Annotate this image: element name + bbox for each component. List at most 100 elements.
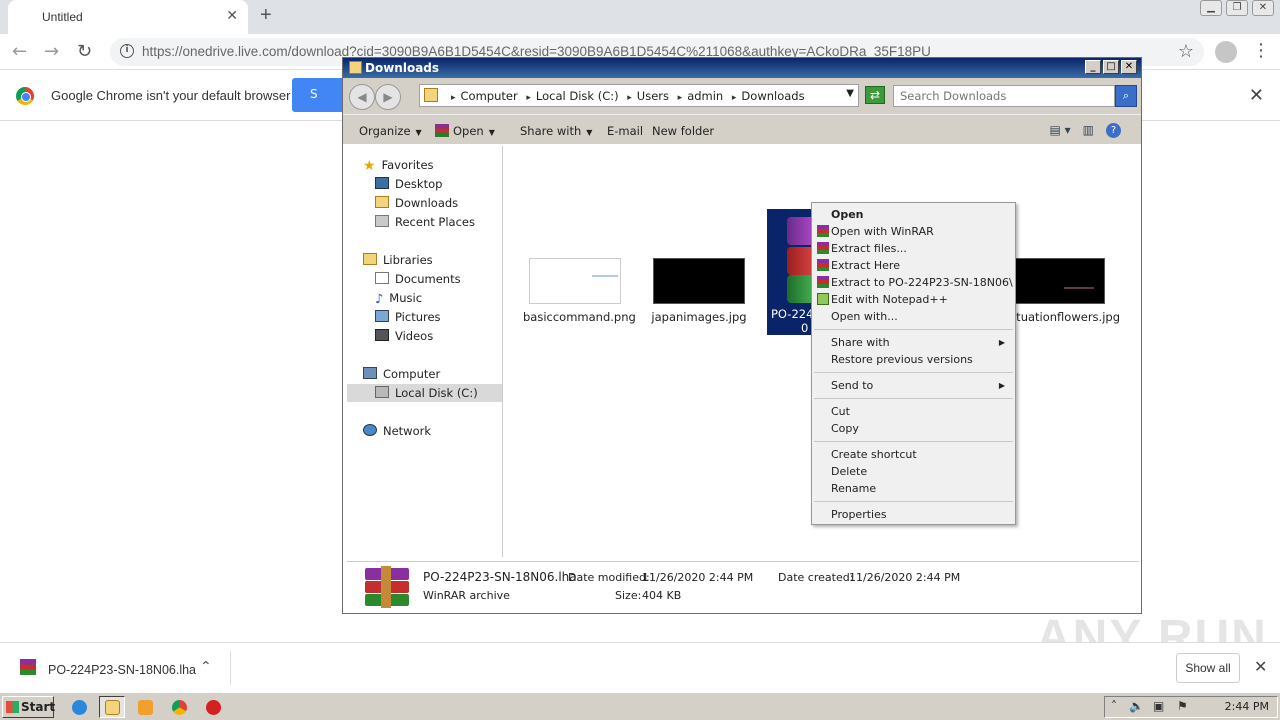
crumb-local-disk[interactable]: Local Disk (C:): [536, 89, 619, 103]
computer-icon: [363, 367, 377, 379]
menu-item-extract-to[interactable]: Extract to PO-224P23-SN-18N06\: [814, 274, 1013, 291]
menu-item-send-to[interactable]: Send to ▶: [814, 377, 1013, 394]
submenu-arrow-icon: ▶: [998, 381, 1005, 390]
menu-item-create-shortcut[interactable]: Create shortcut: [814, 446, 1013, 463]
file-item[interactable]: situationflowers.jpg: [1007, 258, 1120, 324]
preview-pane-icon[interactable]: ▥: [1083, 123, 1094, 138]
tab-strip: Untitled ✕ + ▁ ❐ ✕: [0, 0, 1280, 34]
profile-avatar-icon[interactable]: [1215, 41, 1237, 63]
search-input[interactable]: [894, 86, 1090, 106]
tab-close-icon[interactable]: ✕: [226, 8, 238, 24]
nav-music[interactable]: ♪ Music: [375, 289, 422, 307]
help-icon[interactable]: ?: [1106, 123, 1121, 138]
forward-icon[interactable]: ▶: [375, 84, 401, 110]
volume-icon[interactable]: 🔈: [1129, 699, 1144, 713]
menu-item-delete[interactable]: Delete: [814, 463, 1013, 480]
taskbar-chrome[interactable]: [166, 696, 192, 718]
taskbar-media-player[interactable]: [132, 696, 158, 718]
nav-computer[interactable]: Computer: [363, 365, 440, 383]
clock[interactable]: 2:44 PM: [1225, 700, 1269, 713]
menu-item-properties[interactable]: Properties: [814, 506, 1013, 523]
open-button[interactable]: Open ▼: [435, 124, 495, 138]
folder-icon: [424, 88, 438, 102]
close-icon[interactable]: ✕: [1121, 60, 1137, 74]
breadcrumb[interactable]: ▸ Computer ▸ Local Disk (C:) ▸ Users ▸ admin…: [419, 84, 859, 107]
restore-icon[interactable]: ❐: [1226, 0, 1248, 16]
menu-item-cut[interactable]: Cut: [814, 403, 1013, 420]
forward-icon[interactable]: →: [44, 41, 59, 62]
nav-local-disk[interactable]: Local Disk (C:): [347, 384, 502, 402]
nav-libraries[interactable]: Libraries: [363, 251, 433, 269]
nav-downloads[interactable]: Downloads: [375, 194, 458, 212]
chevron-down-icon[interactable]: ▼: [846, 88, 854, 99]
crumb-admin[interactable]: admin: [687, 89, 723, 103]
nav-label: Favorites: [381, 158, 434, 172]
menu-item-extract-files[interactable]: Extract files...: [814, 240, 1013, 257]
email-button[interactable]: E-mail: [607, 124, 643, 138]
menu-label: Extract to PO-224P23-SN-18N06\: [831, 276, 1013, 289]
network-tray-icon[interactable]: ▣: [1153, 699, 1164, 713]
nav-pictures[interactable]: Pictures: [375, 308, 441, 326]
menu-item-extract-here[interactable]: Extract Here: [814, 257, 1013, 274]
close-window-icon[interactable]: ✕: [1252, 0, 1274, 16]
download-file-name[interactable]: PO-224P23-SN-18N06.lha: [48, 663, 196, 677]
menu-item-copy[interactable]: Copy: [814, 420, 1013, 437]
start-button[interactable]: Start: [2, 696, 56, 718]
shelf-close-icon[interactable]: ✕: [1254, 657, 1267, 676]
file-item[interactable]: japanimages.jpg: [647, 258, 751, 324]
crumb-users[interactable]: Users: [637, 89, 669, 103]
recent-places-icon: [375, 215, 389, 227]
refresh-icon[interactable]: ⇄: [865, 86, 885, 104]
nav-videos[interactable]: Videos: [375, 327, 433, 345]
nav-favorites[interactable]: ★ Favorites: [363, 156, 434, 174]
browser-tab[interactable]: Untitled ✕: [8, 0, 248, 34]
menu-dots-icon[interactable]: ⋮: [1252, 40, 1270, 61]
infobar-close-icon[interactable]: ✕: [1249, 85, 1264, 106]
taskbar-antivirus[interactable]: [200, 696, 226, 718]
desktop-icon: [375, 177, 389, 189]
menu-item-share-with[interactable]: Share with ▶: [814, 334, 1013, 351]
start-label: Start: [21, 700, 56, 714]
back-icon[interactable]: ←: [12, 41, 27, 62]
organize-button[interactable]: Organize ▼: [359, 124, 422, 138]
info-icon[interactable]: i: [120, 44, 134, 58]
reload-icon[interactable]: ↻: [77, 41, 92, 62]
search-icon[interactable]: ⌕: [1115, 85, 1137, 107]
menu-item-restore-versions[interactable]: Restore previous versions: [814, 351, 1013, 368]
minimize-icon[interactable]: ▁: [1200, 0, 1222, 16]
menu-item-open-with[interactable]: Open with...: [814, 308, 1013, 325]
action-center-flag-icon[interactable]: ⚑: [1177, 699, 1188, 713]
taskbar-ie[interactable]: [66, 696, 92, 718]
folder-icon: [105, 700, 120, 715]
show-all-button[interactable]: Show all: [1176, 653, 1240, 683]
menu-item-open[interactable]: Open: [814, 206, 1013, 223]
nav-label: Computer: [383, 367, 441, 381]
menu-item-open-with-winrar[interactable]: Open with WinRAR: [814, 223, 1013, 240]
maximize-icon[interactable]: □: [1103, 60, 1119, 74]
back-icon[interactable]: ◀: [349, 84, 375, 110]
menu-item-edit-notepad[interactable]: Edit with Notepad++: [814, 291, 1013, 308]
taskbar-explorer[interactable]: [99, 696, 125, 718]
new-folder-button[interactable]: New folder: [652, 124, 714, 138]
search-field[interactable]: [893, 85, 1115, 107]
minimize-icon[interactable]: _: [1085, 60, 1101, 74]
view-options-icon[interactable]: ▤ ▾: [1049, 123, 1070, 138]
nav-desktop[interactable]: Desktop: [375, 175, 442, 193]
nav-documents[interactable]: Documents: [375, 270, 461, 288]
tray-expand-icon[interactable]: ˄: [1111, 699, 1117, 713]
explorer-titlebar[interactable]: Downloads _ □ ✕: [343, 58, 1141, 78]
file-name: situationflowers.jpg: [1007, 310, 1120, 324]
file-item[interactable]: basiccommand.png: [523, 258, 636, 324]
chevron-up-icon[interactable]: ⌃: [200, 659, 212, 675]
menu-separator: [814, 329, 1013, 330]
nav-recent-places[interactable]: Recent Places: [375, 213, 475, 231]
crumb-computer[interactable]: Computer: [461, 89, 518, 103]
share-with-button[interactable]: Share with ▼: [520, 124, 592, 138]
bookmark-star-icon[interactable]: ☆: [1178, 41, 1194, 62]
nav-network[interactable]: Network: [363, 422, 431, 440]
details-file-type: WinRAR archive: [423, 589, 510, 602]
menu-item-rename[interactable]: Rename: [814, 480, 1013, 497]
menu-separator: [814, 501, 1013, 502]
new-tab-icon[interactable]: +: [260, 4, 272, 27]
crumb-downloads[interactable]: Downloads: [741, 89, 804, 103]
